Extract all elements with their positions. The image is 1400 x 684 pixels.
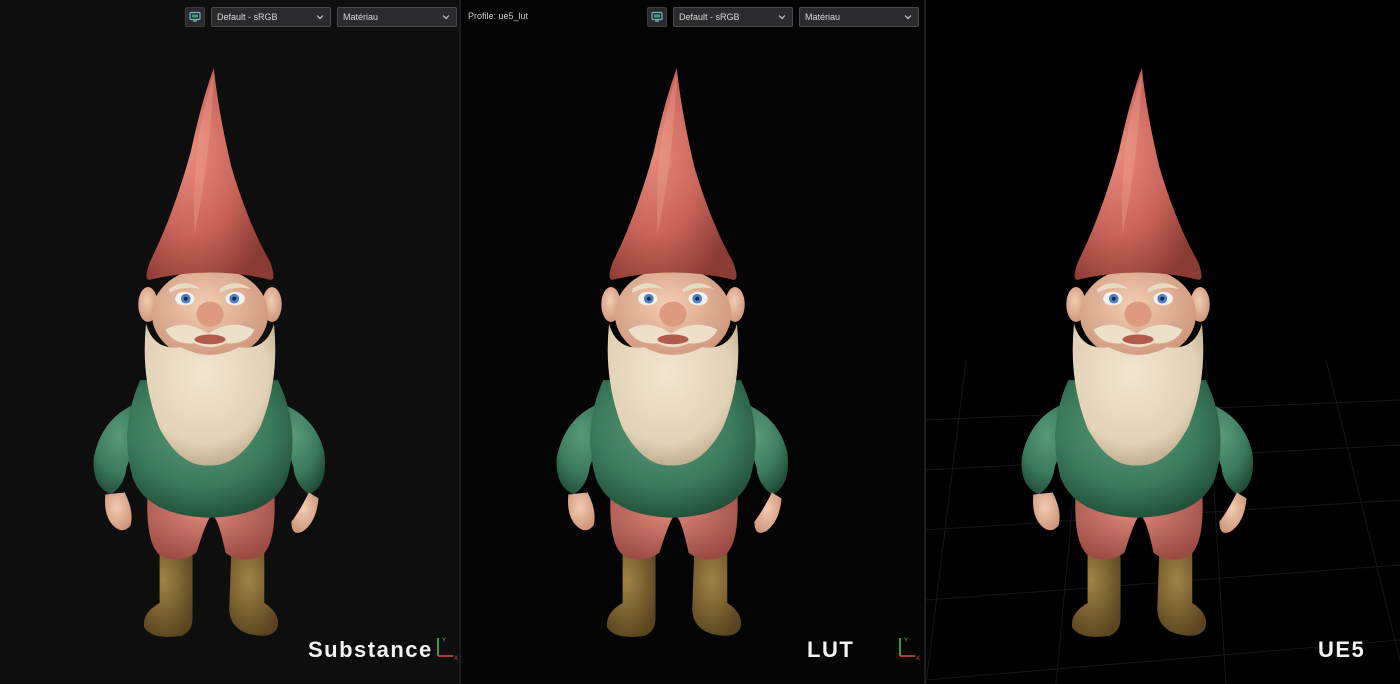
- profile-label: Profile: ue5_lut: [468, 11, 529, 21]
- gnome-model: [547, 52, 799, 650]
- chevron-down-icon: [316, 15, 324, 20]
- channel-select[interactable]: Matériau: [799, 7, 919, 27]
- gnome-model: [84, 52, 336, 650]
- viewport-ue5[interactable]: UE5: [926, 0, 1400, 684]
- viewport-caption: UE5: [1318, 637, 1366, 662]
- chevron-down-icon: [442, 15, 450, 20]
- display-profile-value: Default - sRGB: [217, 12, 278, 22]
- viewport-lut[interactable]: Profile: ue5_lut Default - sRGB Matériau…: [461, 0, 924, 684]
- display-profile-select[interactable]: Default - sRGB: [211, 7, 331, 27]
- axis-gizmo-icon: Y X: [437, 638, 458, 662]
- axis-gizmo-icon: Y X: [899, 638, 920, 662]
- display-profile-value: Default - sRGB: [679, 12, 740, 22]
- axis-x-label: X: [916, 656, 920, 662]
- channel-value: Matériau: [805, 12, 841, 22]
- viewport-toolbar: Default - sRGB Matériau: [185, 7, 457, 27]
- viewport-caption: Substance: [308, 637, 433, 662]
- viewport-toolbar: Default - sRGB Matériau: [647, 7, 919, 27]
- viewport-substance[interactable]: Default - sRGB Matériau Substance Y X: [0, 0, 459, 684]
- monitor-icon[interactable]: [185, 7, 205, 27]
- viewport-caption: LUT: [807, 637, 855, 662]
- channel-select[interactable]: Matériau: [337, 7, 457, 27]
- axis-y-label: Y: [442, 638, 446, 644]
- axis-x-label: X: [454, 656, 458, 662]
- axis-y-label: Y: [904, 638, 908, 644]
- monitor-icon[interactable]: [647, 7, 667, 27]
- chevron-down-icon: [778, 15, 786, 20]
- display-profile-select[interactable]: Default - sRGB: [673, 7, 793, 27]
- channel-value: Matériau: [343, 12, 379, 22]
- chevron-down-icon: [904, 15, 912, 20]
- gnome-model: [1012, 52, 1264, 650]
